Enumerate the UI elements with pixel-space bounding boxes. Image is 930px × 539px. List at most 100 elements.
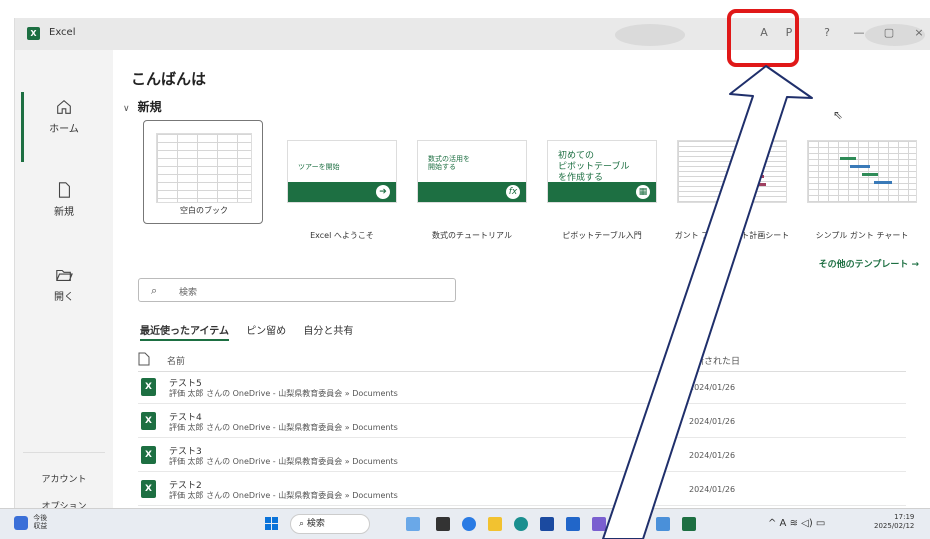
template-thumbnail: ツアーを開始 ➔ (287, 140, 397, 203)
sidebar-item-label: 開く (54, 292, 74, 303)
arrow-right-icon: ➔ (376, 185, 390, 199)
clock-time: 17:19 (894, 513, 915, 521)
photos-app-icon[interactable] (656, 517, 670, 531)
sidebar-item-label: 新規 (54, 207, 74, 218)
search-icon: ⌕ (151, 284, 158, 297)
taskbar: 今後 収益 ⌕ 検索 ^ A ≋ ◁) ▭ 17:19 2025/02/12 (0, 508, 930, 539)
excel-taskbar-icon[interactable] (682, 517, 696, 531)
start-button[interactable] (265, 517, 279, 531)
template-label: Excel へようこそ (310, 231, 374, 240)
page-title: こんばんは (131, 70, 207, 88)
template-label: ピボットテーブル入門 (562, 231, 642, 240)
outlook-app-icon[interactable] (566, 517, 580, 531)
minimize-icon[interactable]: — (851, 26, 867, 39)
clock[interactable]: 17:19 2025/02/12 (874, 513, 914, 532)
sidebar-item-open[interactable]: 開く (15, 266, 113, 303)
search-placeholder: 検索 (179, 288, 198, 298)
excel-logo-icon: X (27, 27, 40, 40)
template-thumbnail (156, 133, 252, 203)
system-tray[interactable]: ^ A ≋ ◁) ▭ (768, 518, 825, 529)
template-thumbnail: 数式の活用を 開始する fx (417, 140, 527, 203)
excel-file-icon: X (141, 378, 156, 396)
file-date: 2024/01/26 (689, 485, 736, 494)
sidebar-item-home[interactable]: ホーム (15, 98, 113, 135)
sidebar-item-new[interactable]: 新規 (15, 181, 113, 218)
template-welcome-to-excel[interactable]: ツアーを開始 ➔ Excel へようこそ (281, 136, 401, 240)
excel-file-icon: X (141, 446, 156, 464)
excel-file-icon: X (141, 480, 156, 498)
excel-file-icon: X (141, 412, 156, 430)
taskbar-search[interactable]: ⌕ 検索 (290, 514, 370, 534)
template-label: シンプル ガント チャート (815, 231, 909, 240)
file-path: 評価 太郎 さんの OneDrive - 山梨県教育委員会 » Document… (169, 457, 398, 466)
fx-icon: fx (506, 185, 520, 199)
template-label: ガント プロジェクト計画シート (674, 231, 790, 240)
title-bar-artwork (615, 24, 685, 46)
weather-widget[interactable]: 今後 収益 (14, 514, 48, 530)
tab-recent[interactable]: 最近使ったアイテム (140, 326, 229, 341)
store-app-icon[interactable] (540, 517, 554, 531)
home-pane: こんばんは ∨ 新規 ⇖ 空白のブック ツアーを開始 ➔ Excel へようこそ … (113, 50, 930, 515)
home-icon (57, 99, 71, 114)
search-input[interactable]: ⌕ 検索 (138, 278, 456, 302)
clock-date: 2025/02/12 (874, 522, 915, 531)
close-icon[interactable]: × (911, 26, 927, 39)
file-row[interactable]: X テスト3 評価 太郎 さんの OneDrive - 山梨県教育委員会 » D… (138, 440, 906, 472)
task-view-icon[interactable] (436, 517, 450, 531)
file-row[interactable]: X テスト5 評価 太郎 さんの OneDrive - 山梨県教育委員会 » D… (138, 372, 906, 404)
template-thumbnail: 初めての ピボットテーブル を作成する ▦ (547, 140, 657, 203)
search-icon: ⌕ (299, 519, 307, 529)
file-date: 2024/01/26 (689, 417, 736, 426)
taskbar-search-label: 検索 (306, 519, 325, 529)
file-row[interactable]: X テスト2 評価 太郎 さんの OneDrive - 山梨県教育委員会 » D… (138, 474, 906, 506)
tab-pinned[interactable]: ピン留め (246, 326, 286, 337)
more-templates-link[interactable]: その他のテンプレート → (819, 257, 919, 270)
file-explorer-icon[interactable] (488, 517, 502, 531)
pivot-table-icon: ▦ (636, 185, 650, 199)
weather-line2: 収益 (33, 521, 48, 530)
sidebar: ホーム 新規 開く アカウント オプション (15, 50, 113, 515)
new-file-icon (58, 182, 70, 198)
account-link[interactable]: アカウント (15, 472, 113, 485)
column-header-name[interactable]: 名前 (167, 354, 185, 367)
file-path: 評価 太郎 さんの OneDrive - 山梨県教育委員会 » Document… (169, 423, 398, 432)
chevron-down-icon: ∨ (123, 104, 130, 114)
excel-window: X Excel A P ? — ▢ × ホーム 新規 開く アカウント オプショ… (14, 18, 930, 515)
edge-browser-icon[interactable] (462, 517, 476, 531)
weather-icon (14, 515, 28, 530)
template-label: 数式のチュートリアル (432, 231, 512, 240)
file-path: 評価 太郎 さんの OneDrive - 山梨県教育委員会 » Document… (169, 389, 398, 398)
template-label: 空白のブック (180, 206, 228, 215)
document-icon (138, 352, 150, 366)
sidebar-item-label: ホーム (49, 124, 79, 135)
template-thumb-text: ツアーを開始 (298, 163, 340, 171)
column-header-date[interactable]: 更新された日 (686, 354, 740, 367)
template-pivot-table[interactable]: 初めての ピボットテーブル を作成する ▦ ピボットテーブル入門 (541, 136, 661, 240)
file-date: 2024/01/26 (689, 383, 736, 392)
new-section-title: 新規 (137, 100, 162, 114)
file-row[interactable]: X テスト4 評価 太郎 さんの OneDrive - 山梨県教育委員会 » D… (138, 406, 906, 438)
maximize-icon[interactable]: ▢ (881, 26, 897, 39)
teams-app-icon[interactable] (514, 517, 528, 531)
template-formula-tutorial[interactable]: 数式の活用を 開始する fx 数式のチュートリアル (411, 136, 531, 240)
template-thumb-text: 初めての ピボットテーブル を作成する (558, 151, 630, 183)
file-list-header: 名前 更新された日 (138, 350, 906, 372)
help-icon[interactable]: ? (819, 26, 835, 39)
template-simple-gantt[interactable]: シンプル ガント チャート (801, 136, 921, 240)
tab-shared-with-me[interactable]: 自分と共有 (303, 326, 353, 337)
file-date: 2024/01/26 (689, 451, 736, 460)
sidebar-divider (23, 452, 105, 453)
template-blank-workbook[interactable]: 空白のブック (143, 120, 263, 224)
folder-open-icon (56, 269, 73, 281)
widgets-app-icon[interactable] (406, 517, 420, 531)
mouse-cursor-icon: ⇖ (833, 108, 844, 122)
highlight-box (727, 9, 799, 67)
template-thumbnail (807, 140, 917, 203)
app-icon[interactable] (592, 517, 606, 531)
app-title: Excel (49, 27, 76, 38)
template-gantt-project[interactable]: ガント プロジェクト計画シート (671, 136, 791, 240)
template-thumb-text: 数式の活用を 開始する (428, 155, 470, 172)
file-tabs: 最近使ったアイテム ピン留め 自分と共有 (140, 322, 367, 341)
new-section-toggle[interactable]: ∨ 新規 (123, 98, 162, 115)
template-thumbnail (677, 140, 787, 203)
